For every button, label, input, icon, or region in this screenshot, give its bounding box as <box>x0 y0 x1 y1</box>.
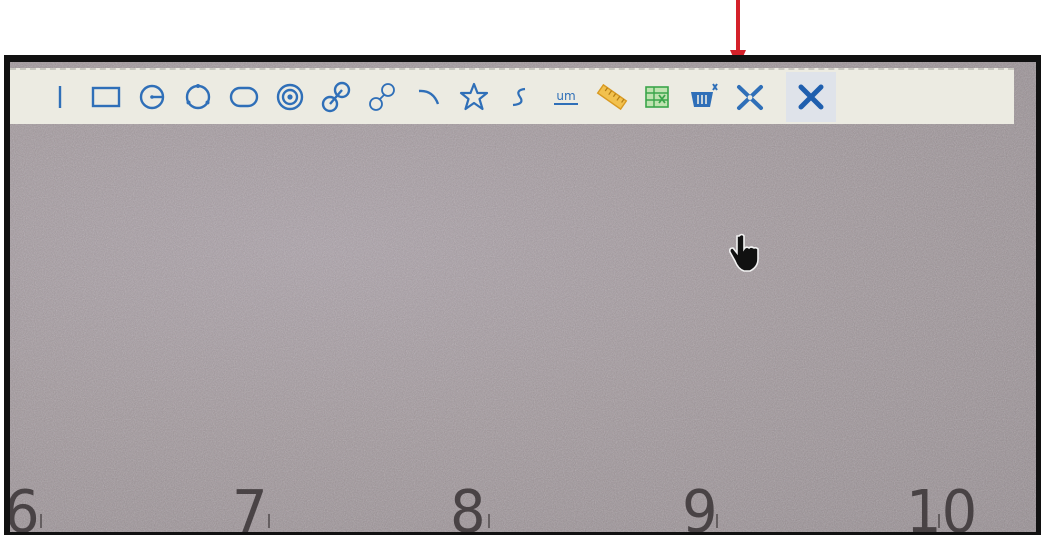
screenshot-page: 6 7 8 9 10 <box>0 0 1041 535</box>
camera-view[interactable]: 6 7 8 9 10 <box>10 62 1036 532</box>
calibration-tool-button[interactable] <box>590 75 634 119</box>
unit-ruler-icon: um <box>554 89 578 105</box>
delete-cross-icon <box>737 85 763 110</box>
concentric-circles-icon <box>276 83 304 111</box>
arc-tool-button[interactable] <box>406 75 450 119</box>
ruler-number-7: 7 <box>232 478 268 532</box>
two-circles-icon <box>369 83 395 111</box>
ellipse-tool-button[interactable] <box>222 75 266 119</box>
circle-three-point-tool-button[interactable] <box>176 75 220 119</box>
close-toolbar-button[interactable] <box>786 72 836 122</box>
basket-clear-icon <box>691 83 718 107</box>
curve-tool-button[interactable] <box>498 75 542 119</box>
delete-tool-button[interactable] <box>728 75 772 119</box>
ruler-tick <box>488 514 490 528</box>
circle-radius-icon <box>139 84 165 110</box>
calibration-ruler-icon <box>596 83 628 111</box>
rectangle-tool-button[interactable] <box>84 75 128 119</box>
ruler-tick <box>938 514 940 528</box>
two-circles-tool-button[interactable] <box>360 75 404 119</box>
circle-distance-icon <box>321 81 351 113</box>
spreadsheet-icon <box>645 86 669 108</box>
circle-distance-tool-button[interactable] <box>314 75 358 119</box>
ruler-tick <box>268 514 270 528</box>
circle-radius-tool-button[interactable] <box>130 75 174 119</box>
clear-measurements-button[interactable] <box>682 75 726 119</box>
line-icon <box>58 86 62 108</box>
ellipse-icon <box>229 86 259 108</box>
hand-pointer-cursor-icon <box>729 233 759 272</box>
unit-tool-button[interactable]: um <box>544 75 588 119</box>
ruler-number-9: 9 <box>682 478 718 532</box>
rectangle-icon <box>91 86 121 108</box>
ruler-tick <box>40 514 42 528</box>
ruler-number-6: 6 <box>10 478 40 532</box>
ruler-number-8: 8 <box>450 478 486 532</box>
export-excel-button[interactable] <box>636 75 680 119</box>
ruler-tick <box>716 514 718 528</box>
circle-three-point-icon <box>185 84 211 110</box>
star-icon <box>459 82 489 111</box>
camera-noise <box>10 62 1036 532</box>
close-icon <box>798 84 824 110</box>
line-tool-button[interactable] <box>38 75 82 119</box>
curve-icon <box>512 87 526 107</box>
arc-icon <box>418 89 440 105</box>
star-tool-button[interactable] <box>452 75 496 119</box>
measurement-toolbar: um <box>10 68 1014 124</box>
concentric-circles-tool-button[interactable] <box>268 75 312 119</box>
ruler-number-10: 10 <box>906 478 978 532</box>
